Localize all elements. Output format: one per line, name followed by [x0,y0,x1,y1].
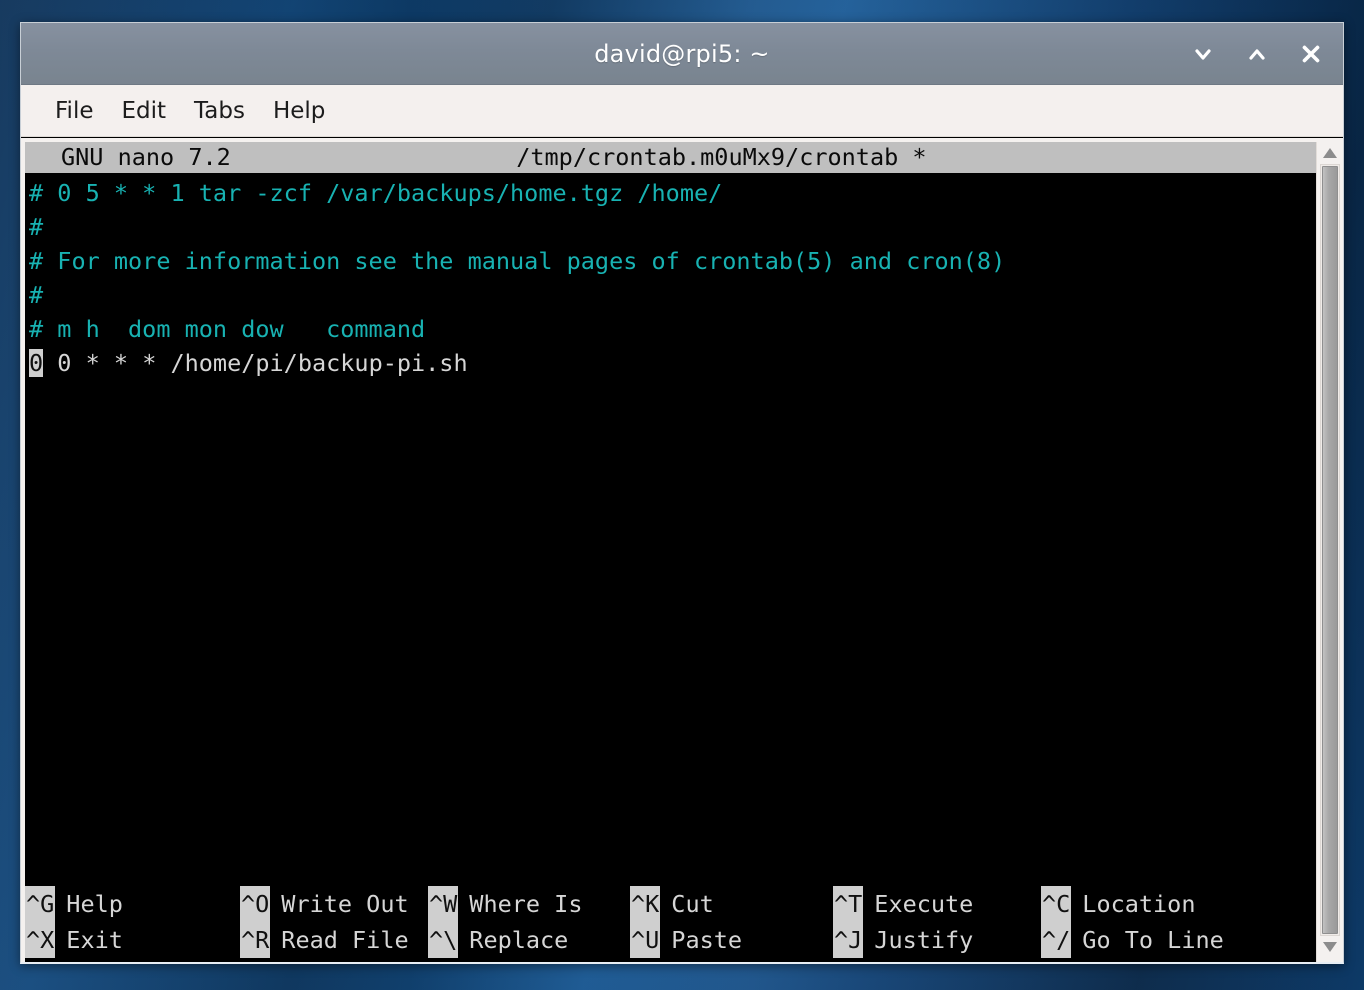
menu-item-help[interactable]: Help [259,94,339,128]
terminal-scrollbar[interactable] [1316,142,1343,962]
menubar: File Edit Tabs Help [21,85,1343,137]
editor-line: # 0 5 * * 1 tar -zcf /var/backups/home.t… [29,179,723,207]
editor-line: # m h dom mon dow command [29,315,426,343]
terminal-screen[interactable]: GNU nano 7.2 /tmp/crontab.m0uMx9/crontab… [25,142,1316,962]
window-title: david@rpi5: ~ [594,39,770,68]
shortcut-key: ^\ [428,922,459,958]
scroll-down-button[interactable] [1320,936,1340,958]
minimize-button[interactable] [1189,40,1217,68]
shortcut-key: ^W [428,886,459,922]
editor-line-rest: 0 * * * /home/pi/backup-pi.sh [43,349,468,377]
shortcut-key: ^C [1041,886,1072,922]
shortcut-label: Location [1082,890,1196,918]
maximize-button[interactable] [1243,40,1271,68]
shortcut-key: ^G [25,886,56,922]
shortcut-key: ^J [833,922,864,958]
terminal-window: david@rpi5: ~ File Edit Tabs Help GNU na… [20,22,1344,964]
shortcut-replace[interactable]: ^\ Replace [428,922,630,958]
text-cursor: 0 [29,349,44,377]
shortcut-label: Replace [469,926,569,954]
scrollbar-thumb[interactable] [1322,166,1338,934]
shortcut-label: Write Out [281,890,409,918]
nano-filename-label: /tmp/crontab.m0uMx9/crontab * [516,143,927,171]
shortcut-key: ^K [630,886,661,922]
terminal-region: GNU nano 7.2 /tmp/crontab.m0uMx9/crontab… [21,137,1343,962]
shortcut-label: Paste [671,926,743,954]
shortcut-read-file[interactable]: ^R Read File [240,922,428,958]
nano-shortcut-bar: ^G Help ^O Write Out ^W Where Is ^K Cut ^T Ex… [25,886,1316,962]
nano-version-label: GNU nano 7.2 [61,143,231,171]
shortcut-location[interactable]: ^C Location [1041,886,1281,922]
shortcut-row-2: ^X Exit ^R Read File ^\ Replace ^U Paste ^J J… [25,922,1316,958]
shortcut-help[interactable]: ^G Help [25,886,240,922]
scrollbar-track[interactable] [1320,164,1340,936]
shortcut-key: ^/ [1041,922,1072,958]
shortcut-label: Go To Line [1082,926,1224,954]
shortcut-key: ^T [833,886,864,922]
menu-item-tabs[interactable]: Tabs [180,94,259,128]
editor-line: # [29,281,44,309]
editor-line: # [29,213,44,241]
shortcut-label: Justify [874,926,974,954]
editor-line-active: 0 0 * * * /home/pi/backup-pi.sh [29,346,1316,380]
shortcut-justify[interactable]: ^J Justify [833,922,1041,958]
shortcut-label: Cut [671,890,714,918]
shortcut-execute[interactable]: ^T Execute [833,886,1041,922]
shortcut-paste[interactable]: ^U Paste [630,922,833,958]
window-titlebar[interactable]: david@rpi5: ~ [21,23,1343,85]
menu-item-edit[interactable]: Edit [108,94,181,128]
shortcut-key: ^O [240,886,271,922]
shortcut-label: Read File [281,926,409,954]
shortcut-label: Execute [874,890,974,918]
shortcut-where-is[interactable]: ^W Where Is [428,886,630,922]
nano-titlebar: GNU nano 7.2 /tmp/crontab.m0uMx9/crontab… [25,142,1316,173]
shortcut-key: ^R [240,922,271,958]
shortcut-key: ^X [25,922,56,958]
editor-line: # For more information see the manual pa… [29,247,1006,275]
shortcut-label: Exit [66,926,123,954]
shortcut-label: Where Is [469,890,583,918]
shortcut-label: Help [66,890,123,918]
shortcut-go-to-line[interactable]: ^/ Go To Line [1041,922,1281,958]
shortcut-cut[interactable]: ^K Cut [630,886,833,922]
shortcut-key: ^U [630,922,661,958]
menu-item-file[interactable]: File [41,94,108,128]
scroll-up-button[interactable] [1320,142,1340,164]
shortcut-write-out[interactable]: ^O Write Out [240,886,428,922]
close-button[interactable] [1297,40,1325,68]
nano-text-area[interactable]: # 0 5 * * 1 tar -zcf /var/backups/home.t… [25,173,1316,886]
shortcut-row-1: ^G Help ^O Write Out ^W Where Is ^K Cut ^T Ex… [25,886,1316,922]
window-controls [1189,23,1325,84]
shortcut-exit[interactable]: ^X Exit [25,922,240,958]
